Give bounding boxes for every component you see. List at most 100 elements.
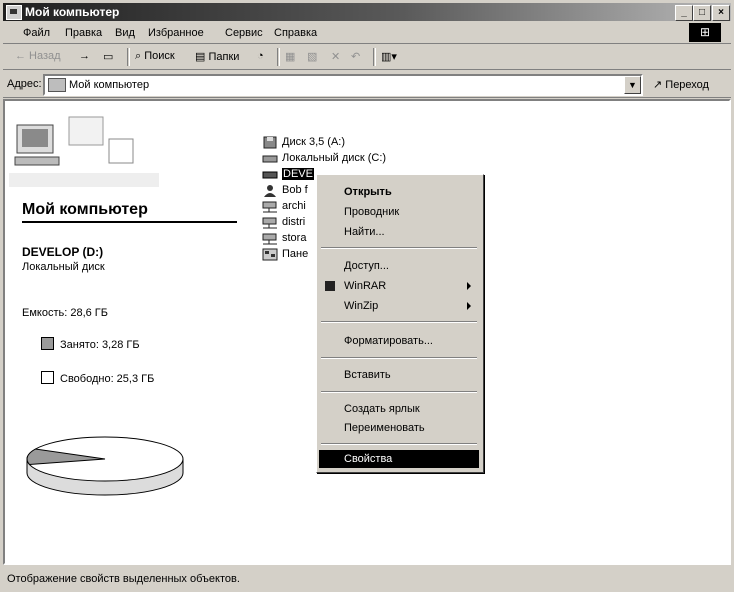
folders-button[interactable]: ▤ Папки — [195, 50, 239, 63]
search-label: Поиск — [144, 50, 175, 62]
maximize-button[interactable]: □ — [693, 5, 711, 21]
menu-bar: Файл Правка Вид Избранное Сервис Справка… — [3, 23, 731, 44]
menu-help[interactable]: Справка — [274, 27, 317, 39]
folders-label: Папки — [208, 51, 240, 63]
toolbar-separator — [127, 48, 130, 66]
menu-item-label: WinZip — [344, 300, 379, 312]
menu-item-label: Форматировать... — [344, 335, 433, 347]
menu-separator — [321, 357, 477, 359]
drive-icon — [262, 168, 278, 181]
menu-favorites[interactable]: Избранное — [148, 27, 204, 39]
menu-separator — [321, 247, 477, 249]
menu-item-create-shortcut[interactable]: Создать ярлык — [319, 400, 479, 418]
address-bar: Адрес: Мой компьютер ▼ ↗ Переход — [3, 71, 731, 98]
menu-item-explorer[interactable]: Проводник — [319, 203, 479, 221]
disk-usage-pie — [26, 436, 184, 496]
menu-item-label: Проводник — [344, 206, 400, 218]
menu-separator — [321, 443, 477, 445]
my-computer-icon — [6, 5, 22, 20]
folders-icon: ▤ — [195, 51, 206, 63]
menu-item-label: Переименовать — [344, 422, 425, 434]
undo-icon[interactable]: ↶ — [351, 50, 360, 63]
status-bar: Отображение свойств выделенных объектов. — [3, 568, 731, 589]
menu-item-winrar[interactable]: WinRAR — [319, 277, 479, 295]
menu-item-label: Доступ... — [344, 260, 389, 272]
control-panel-icon — [262, 248, 278, 261]
go-button[interactable]: ↗ Переход — [653, 78, 709, 91]
menu-separator — [321, 321, 477, 323]
network-drive-icon — [262, 216, 278, 229]
list-item-label: stora — [282, 232, 307, 244]
menu-edit[interactable]: Правка — [65, 27, 102, 39]
menu-item-label: WinRAR — [344, 280, 387, 292]
menu-item-winzip[interactable]: WinZip — [319, 297, 479, 315]
menu-item-find[interactable]: Найти... — [319, 223, 479, 241]
delete-icon[interactable]: ✕ — [331, 50, 340, 63]
address-label: Адрес: — [7, 78, 42, 90]
user-icon — [262, 184, 278, 197]
floppy-icon — [262, 136, 278, 149]
context-menu: Открыть Проводник Найти... Доступ... Win… — [316, 174, 484, 473]
network-drive-icon — [262, 200, 278, 213]
menu-item-rename[interactable]: Переименовать — [319, 419, 479, 437]
forward-button[interactable]: → — [79, 50, 90, 62]
panel-title: Мой компьютер — [22, 201, 148, 218]
menu-item-properties[interactable]: Свойства — [319, 450, 479, 468]
minimize-button[interactable]: _ — [675, 5, 693, 21]
close-button[interactable]: × — [712, 5, 730, 21]
submenu-arrow-icon — [467, 302, 471, 310]
status-text: Отображение свойств выделенных объектов. — [7, 573, 240, 585]
history-icon[interactable]: ◔ — [257, 50, 264, 62]
address-value: Мой компьютер — [69, 79, 150, 91]
explorer-window: Мой компьютер _ □ × Файл Правка Вид Избр… — [0, 0, 734, 592]
go-label: Переход — [665, 79, 709, 91]
menu-tools[interactable]: Сервис — [225, 27, 263, 39]
computer-banner-icon — [9, 116, 159, 187]
search-button[interactable]: ⌕ Поиск — [135, 50, 175, 63]
menu-view[interactable]: Вид — [115, 27, 135, 39]
views-icon[interactable]: ▥▾ — [381, 50, 397, 63]
free-space-legend: Свободно: 25,3 ГБ — [41, 371, 154, 385]
list-item-label: Пане — [282, 248, 309, 260]
list-item-label: distri — [282, 216, 306, 228]
menu-item-open[interactable]: Открыть — [319, 183, 479, 201]
drive-type: Локальный диск — [22, 261, 105, 273]
go-arrow-icon: ↗ — [653, 79, 663, 91]
submenu-arrow-icon — [467, 282, 471, 290]
menu-item-label: Открыть — [344, 186, 392, 198]
used-swatch — [41, 337, 54, 350]
network-drive-icon — [262, 232, 278, 245]
menu-item-paste[interactable]: Вставить — [319, 366, 479, 384]
menu-file[interactable]: Файл — [23, 27, 50, 39]
menu-item-label: Создать ярлык — [344, 403, 420, 415]
address-dropdown-button[interactable]: ▼ — [624, 76, 641, 94]
free-space-text: Свободно: 25,3 ГБ — [60, 373, 155, 385]
windows-logo-icon: ⊞ — [689, 23, 721, 42]
list-item-label: Диск 3,5 (A:) — [282, 136, 346, 148]
menu-item-label: Вставить — [344, 369, 391, 381]
search-icon: ⌕ — [135, 50, 142, 62]
title-bar[interactable]: Мой компьютер _ □ × — [3, 3, 731, 21]
menu-item-format[interactable]: Форматировать... — [319, 332, 479, 350]
capacity-text: Емкость: 28,6 ГБ — [22, 307, 108, 319]
my-computer-icon — [48, 78, 66, 92]
drive-name: DEVELOP (D:) — [22, 245, 104, 259]
list-item-label: Bob f — [282, 184, 308, 196]
back-button[interactable]: ← Назад — [15, 50, 61, 62]
up-folder-icon[interactable]: ▭ — [103, 50, 113, 63]
menu-item-sharing[interactable]: Доступ... — [319, 257, 479, 275]
winrar-icon — [325, 281, 335, 291]
toolbar: ← Назад → ▭ ⌕ Поиск ▤ Папки ◔ ▦ ▧ ✕ ↶ ▥▾ — [3, 45, 731, 70]
toolbar-separator — [277, 48, 280, 66]
address-input[interactable]: Мой компьютер ▼ — [43, 74, 643, 96]
menu-item-label: Найти... — [344, 226, 385, 238]
window-title: Мой компьютер — [25, 5, 120, 19]
copy-to-icon[interactable]: ▧ — [307, 50, 317, 63]
menu-separator — [321, 391, 477, 393]
move-to-icon[interactable]: ▦ — [285, 50, 295, 63]
used-space-legend: Занято: 3,28 ГБ — [41, 337, 140, 351]
drive-icon — [262, 152, 278, 165]
toolbar-separator — [373, 48, 376, 66]
free-swatch — [41, 371, 54, 384]
menu-item-label: Свойства — [344, 453, 393, 465]
